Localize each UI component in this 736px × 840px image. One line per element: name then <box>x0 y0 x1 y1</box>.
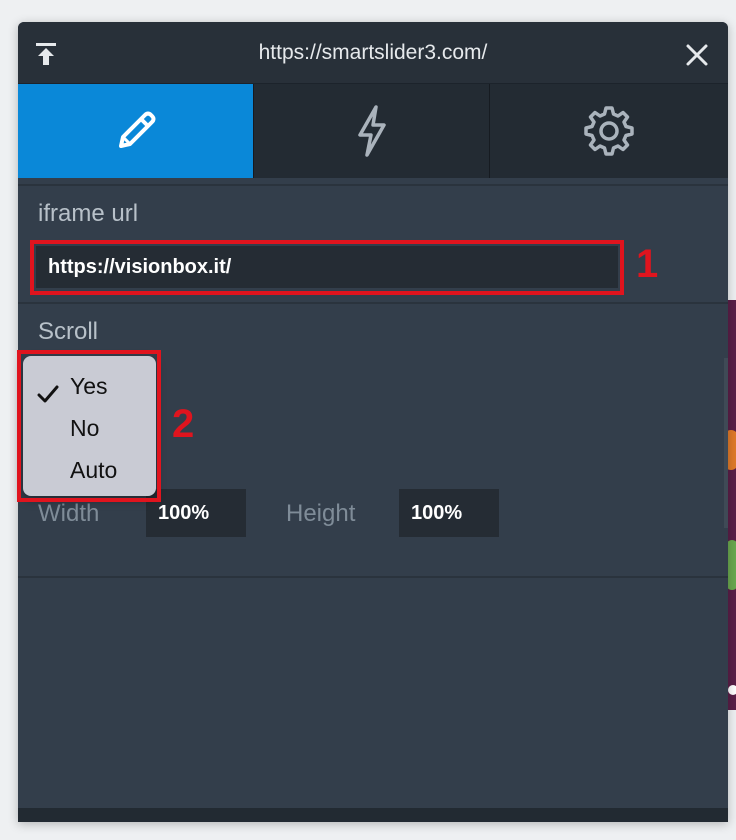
scroll-label: Scroll <box>38 318 99 345</box>
panel-titlebar: https://smartslider3.com/ <box>18 22 728 84</box>
width-input[interactable]: 100% <box>146 489 246 537</box>
background-decoration <box>728 685 736 695</box>
close-icon[interactable] <box>684 42 710 68</box>
annotation-number-1: 1 <box>636 242 659 286</box>
tab-settings[interactable] <box>490 84 728 178</box>
iframe-url-label: iframe url <box>38 200 139 227</box>
height-input[interactable]: 100% <box>399 489 499 537</box>
tab-animation[interactable] <box>254 84 490 178</box>
width-label: Width <box>38 500 100 527</box>
pin-to-top-icon[interactable] <box>32 40 60 68</box>
divider <box>18 184 728 186</box>
panel-tabs <box>18 84 728 178</box>
annotation-box-2 <box>17 350 161 502</box>
panel-footer <box>18 808 728 822</box>
scrollbar[interactable] <box>724 358 728 528</box>
divider <box>18 302 728 304</box>
panel-title: https://smartslider3.com/ <box>258 41 488 64</box>
annotation-number-2: 2 <box>172 402 195 446</box>
tab-content[interactable] <box>18 84 254 178</box>
divider <box>18 576 728 578</box>
height-label: Height <box>286 500 356 527</box>
annotation-box-1 <box>30 240 624 295</box>
